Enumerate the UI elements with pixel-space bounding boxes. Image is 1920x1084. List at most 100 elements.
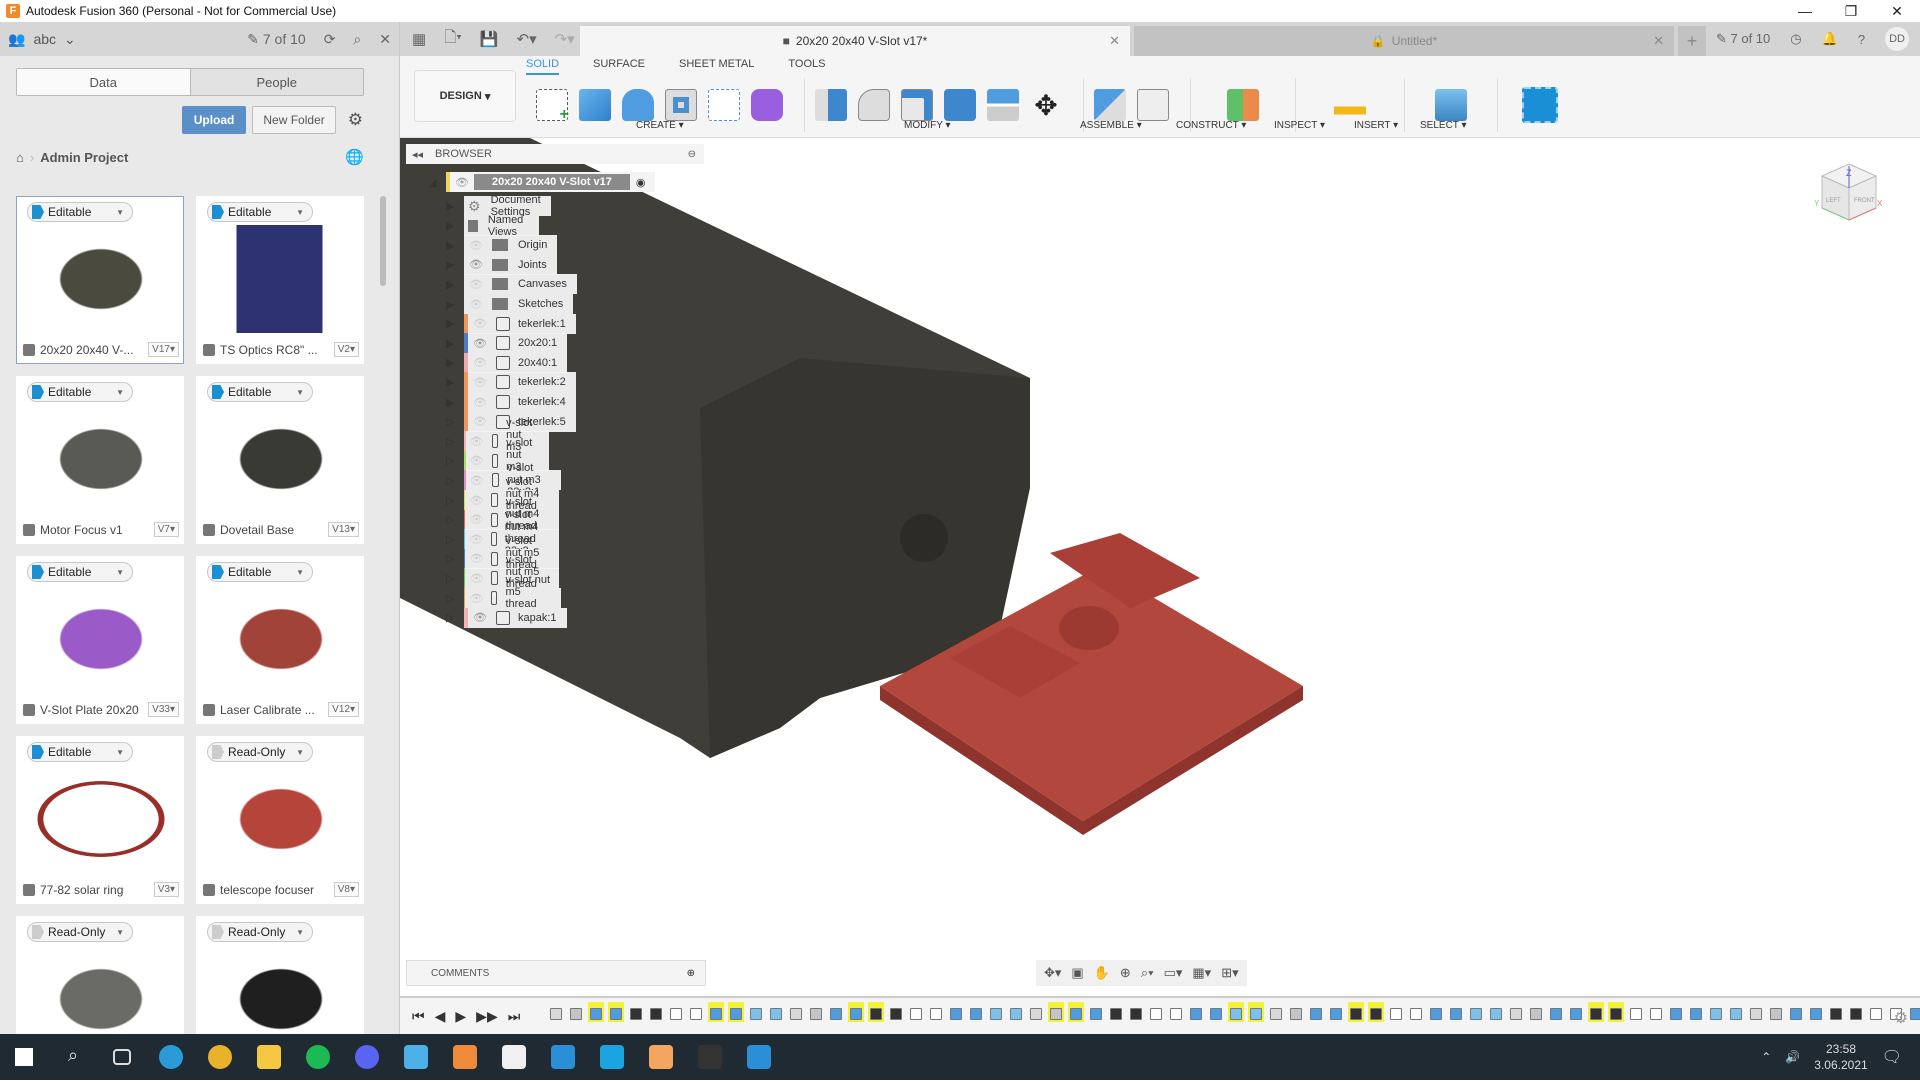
timeline-feature[interactable] bbox=[1448, 1002, 1464, 1022]
minimize-button[interactable]: — bbox=[1782, 0, 1828, 22]
timeline-feature[interactable] bbox=[548, 1002, 564, 1022]
group-select[interactable]: SELECT ▾ bbox=[1420, 120, 1467, 131]
tab-data[interactable]: Data bbox=[17, 69, 191, 95]
insert-image-icon[interactable] bbox=[1435, 89, 1467, 121]
browser-root[interactable]: ◢ 👁 20x20 20x40 V-Slot v17 ◉ bbox=[428, 172, 656, 192]
status-badge[interactable]: Editable ▼ bbox=[207, 562, 313, 582]
doc-count[interactable]: ✎ 7 of 10 bbox=[247, 31, 305, 48]
step-forward-icon[interactable]: ▶▶ bbox=[476, 1008, 498, 1025]
expand-arrow-icon[interactable]: ▷ bbox=[446, 474, 456, 487]
timeline-feature[interactable] bbox=[1208, 1002, 1224, 1022]
timeline-feature[interactable] bbox=[808, 1002, 824, 1022]
timeline-feature[interactable] bbox=[1128, 1002, 1144, 1022]
timeline-feature[interactable] bbox=[968, 1002, 984, 1022]
search-icon[interactable]: ⌕ bbox=[353, 31, 361, 48]
undo-icon[interactable]: ↶▾ bbox=[517, 30, 537, 48]
status-badge[interactable]: Editable ▼ bbox=[27, 562, 133, 582]
eye-hidden-icon[interactable]: 👁 bbox=[469, 552, 483, 565]
taskbar-chrome[interactable] bbox=[200, 1034, 240, 1080]
timeline-feature[interactable] bbox=[628, 1002, 644, 1022]
status-badge[interactable]: Editable ▼ bbox=[27, 742, 133, 762]
timeline-feature[interactable] bbox=[1648, 1002, 1664, 1022]
timeline-feature[interactable] bbox=[1088, 1002, 1104, 1022]
volume-icon[interactable]: 🔊 bbox=[1785, 1050, 1800, 1064]
browser-node[interactable]: ▷👁v-slot nut m5 thread 22x2:1 bbox=[446, 574, 562, 622]
taskbar-task-view[interactable] bbox=[102, 1034, 142, 1080]
tab-untitled[interactable]: 🔒 Untitled* ✕ bbox=[1134, 26, 1674, 56]
eye-hidden-icon[interactable]: 👁 bbox=[468, 239, 484, 252]
timeline-feature[interactable] bbox=[1368, 1002, 1384, 1022]
browser-node[interactable]: ▶ Named Views bbox=[446, 214, 540, 238]
browser-node[interactable]: ▶ 👁 Sketches bbox=[446, 294, 574, 314]
file-card[interactable]: Editable ▼ 77-82 solar ring V3▾ bbox=[16, 736, 184, 904]
group-create[interactable]: CREATE ▾ bbox=[636, 120, 684, 131]
eye-hidden-icon[interactable]: 👁 bbox=[469, 592, 483, 605]
eye-icon[interactable]: 👁 bbox=[454, 176, 470, 189]
timeline-feature[interactable] bbox=[1148, 1002, 1164, 1022]
expand-arrow-icon[interactable]: ▶ bbox=[446, 317, 456, 330]
timeline-feature[interactable] bbox=[1848, 1002, 1864, 1022]
version-dropdown[interactable]: V12▾ bbox=[328, 702, 359, 717]
timeline-feature[interactable] bbox=[1028, 1002, 1044, 1022]
timeline-feature[interactable] bbox=[1268, 1002, 1284, 1022]
globe-view-icon[interactable]: 🌐 bbox=[345, 148, 364, 166]
eye-hidden-icon[interactable]: 👁 bbox=[472, 415, 488, 428]
timeline-feature[interactable] bbox=[1308, 1002, 1324, 1022]
eye-hidden-icon[interactable]: 👁 bbox=[472, 376, 488, 389]
create-sketch-icon[interactable]: + bbox=[536, 89, 569, 123]
timeline-feature[interactable] bbox=[1188, 1002, 1204, 1022]
tab-tools[interactable]: TOOLS bbox=[788, 58, 825, 75]
timeline-feature[interactable] bbox=[728, 1002, 744, 1022]
timeline-feature[interactable] bbox=[648, 1002, 664, 1022]
version-dropdown[interactable]: V7▾ bbox=[153, 522, 179, 537]
timeline-feature[interactable] bbox=[1728, 1002, 1744, 1022]
group-insert[interactable]: INSERT ▾ bbox=[1354, 120, 1398, 131]
redo-icon[interactable]: ↷▾ bbox=[555, 30, 575, 48]
go-to-end-icon[interactable]: ⏭ bbox=[508, 1008, 521, 1025]
timeline-feature[interactable] bbox=[1688, 1002, 1704, 1022]
browser-node[interactable]: ▶ 👁 tekerlek:4 bbox=[446, 392, 576, 412]
shell-icon[interactable] bbox=[901, 89, 933, 121]
file-card[interactable]: Editable ▼ TS Optics RC8" ... V2▾ bbox=[196, 196, 364, 364]
joint-icon[interactable] bbox=[1137, 89, 1169, 121]
timeline-feature[interactable] bbox=[1708, 1002, 1724, 1022]
workspace-switcher[interactable]: DESIGN ▾ bbox=[414, 70, 516, 122]
expand-arrow-icon[interactable]: ▶ bbox=[446, 396, 456, 409]
status-badge[interactable]: Read-Only ▼ bbox=[27, 922, 133, 942]
taskbar-media-player[interactable] bbox=[445, 1034, 485, 1080]
tab-people[interactable]: People bbox=[191, 69, 364, 95]
timeline-feature[interactable] bbox=[1068, 1002, 1084, 1022]
timeline-feature[interactable] bbox=[1168, 1002, 1184, 1022]
file-card[interactable]: Read-Only ▼ telescope focuser V8▾ bbox=[196, 736, 364, 904]
revolve-icon[interactable] bbox=[622, 89, 654, 121]
eye-hidden-icon[interactable]: 👁 bbox=[472, 396, 488, 409]
measure-icon[interactable] bbox=[1334, 89, 1366, 121]
timeline-feature[interactable] bbox=[668, 1002, 684, 1022]
timeline-feature[interactable] bbox=[708, 1002, 724, 1022]
expand-arrow-icon[interactable]: ▶ bbox=[446, 258, 456, 271]
close-tab-icon[interactable]: ✕ bbox=[1109, 33, 1120, 49]
timeline-feature[interactable] bbox=[1228, 1002, 1244, 1022]
hole-icon[interactable] bbox=[665, 89, 697, 121]
expand-arrow-icon[interactable]: ▷ bbox=[446, 435, 456, 448]
version-dropdown[interactable]: V17▾ bbox=[148, 342, 179, 357]
expand-arrow-icon[interactable]: ▷ bbox=[446, 533, 456, 546]
taskbar-cura[interactable] bbox=[592, 1034, 632, 1080]
viewports-icon[interactable]: ⊞▾ bbox=[1221, 965, 1238, 981]
offset-plane-icon[interactable] bbox=[1227, 89, 1259, 121]
select-icon[interactable] bbox=[1522, 87, 1558, 123]
home-icon[interactable]: ⌂ bbox=[16, 150, 24, 165]
timeline-settings-icon[interactable]: ⚙ bbox=[1894, 1008, 1908, 1028]
close-button[interactable]: ✕ bbox=[1874, 0, 1920, 22]
timeline-feature[interactable] bbox=[948, 1002, 964, 1022]
job-status-icon[interactable]: ◷ bbox=[1790, 31, 1801, 47]
data-panel-scrollbar[interactable] bbox=[380, 196, 386, 286]
eye-hidden-icon[interactable]: 👁 bbox=[469, 494, 483, 507]
close-tab-icon[interactable]: ✕ bbox=[1653, 33, 1664, 49]
eye-hidden-icon[interactable]: 👁 bbox=[472, 356, 488, 369]
new-tab-button[interactable]: + bbox=[1678, 26, 1706, 56]
taskbar-fusion-f[interactable] bbox=[396, 1034, 436, 1080]
avatar[interactable]: DD bbox=[1885, 27, 1910, 51]
version-dropdown[interactable]: V2▾ bbox=[333, 342, 359, 357]
timeline-feature[interactable] bbox=[1668, 1002, 1684, 1022]
